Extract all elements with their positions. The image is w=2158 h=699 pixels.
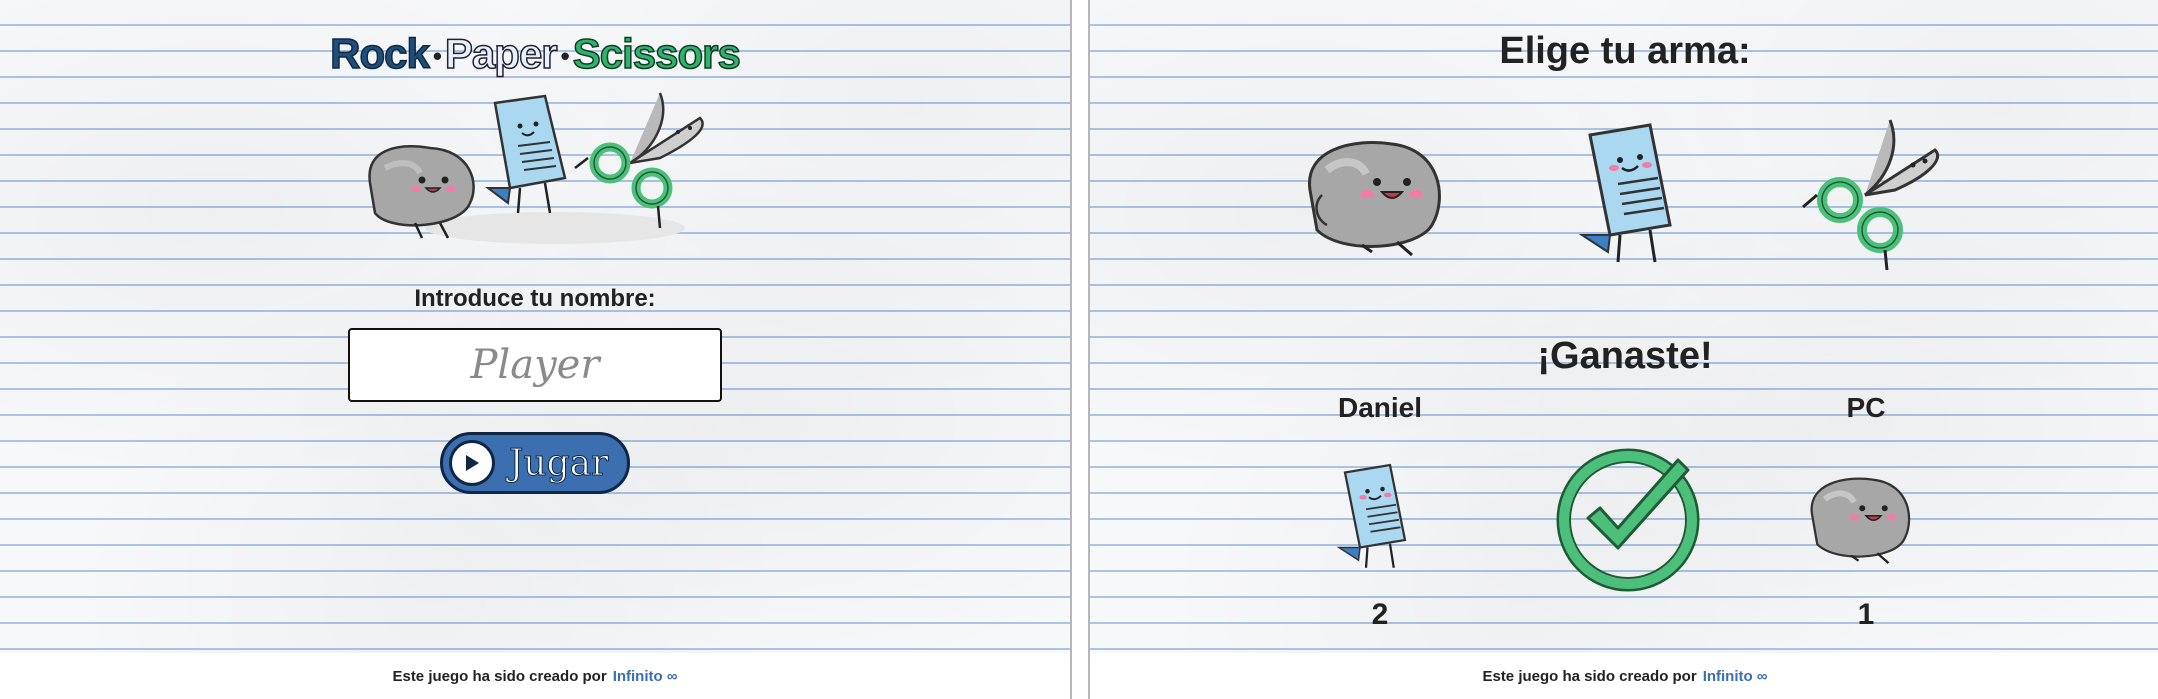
scissors-choice-button[interactable] xyxy=(1795,115,1945,275)
logo-separator: • xyxy=(560,41,570,72)
logo-separator: • xyxy=(432,41,442,72)
choose-weapon-heading: Elige tu arma: xyxy=(1499,30,1751,72)
mascots-illustration xyxy=(368,92,704,244)
computer-pick-rock-icon xyxy=(1810,477,1911,564)
player-name-input[interactable] xyxy=(348,328,722,402)
game-logo: Rock •Paper •Scissors xyxy=(0,29,1070,78)
player-name: Daniel xyxy=(1337,392,1423,423)
home-screen: Rock •Paper •Scissors Introduce tu nombr… xyxy=(0,0,1072,699)
footer: Este juego ha sido creado por Infinito ∞ xyxy=(0,653,1070,699)
footer-text: Este juego ha sido creado por xyxy=(392,667,607,685)
player-pick-paper-icon xyxy=(1336,463,1407,568)
game-screen: Elige tu arma: ¡Ganaste! Daniel PC 2 1 E… xyxy=(1088,0,2158,699)
play-button[interactable]: Jugar xyxy=(440,432,630,494)
logo-scissors: Scissors xyxy=(572,29,742,78)
footer: Este juego ha sido creado por Infinito ∞ xyxy=(1090,653,2158,699)
scissors-character-icon xyxy=(574,92,704,229)
author-link[interactable]: Infinito ∞ xyxy=(1703,668,1768,685)
result-message: ¡Ganaste! xyxy=(1537,335,1713,377)
paper-character-icon xyxy=(485,94,567,214)
computer-score: 1 xyxy=(1857,598,1875,631)
name-prompt: Introduce tu nombre: xyxy=(414,285,656,312)
paper-choice-button[interactable] xyxy=(1570,120,1690,270)
player-score: 2 xyxy=(1371,598,1389,631)
check-circle-icon xyxy=(1556,448,1700,592)
author-link[interactable]: Infinito ∞ xyxy=(613,668,678,685)
computer-name: PC xyxy=(1846,392,1886,423)
play-button-label: Jugar xyxy=(508,442,609,484)
rock-choice-button[interactable] xyxy=(1302,130,1462,260)
footer-text: Este juego ha sido creado por xyxy=(1482,667,1697,685)
logo-rock: Rock xyxy=(329,29,430,78)
play-icon xyxy=(449,440,495,486)
logo-paper: Paper xyxy=(444,29,558,78)
